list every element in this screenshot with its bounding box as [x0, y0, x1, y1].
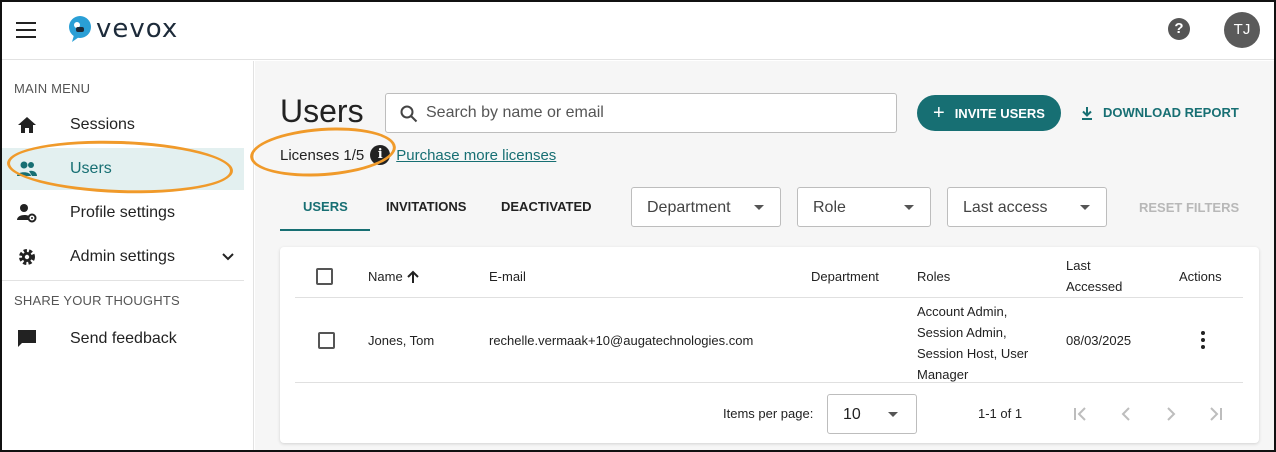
sidebar-item-label: Send feedback	[70, 330, 177, 347]
role-line: Session Admin,	[917, 325, 1007, 340]
help-icon[interactable]: ?	[1168, 18, 1190, 40]
name-header-label: Name	[368, 269, 403, 284]
user-last-accessed: 08/03/2025	[1066, 333, 1132, 348]
reset-filters-button[interactable]: RESET FILTERS	[1139, 200, 1239, 215]
items-per-page-value: 10	[843, 406, 861, 423]
licenses-count: Licenses 1/5	[280, 146, 365, 164]
last-page-icon[interactable]	[1206, 404, 1226, 424]
sort-ascending-icon	[406, 270, 419, 283]
app-window: vevox ? TJ MAIN MENU Sessions Users Prof…	[0, 0, 1276, 452]
sidebar-item-label: Users	[70, 160, 112, 177]
sidebar-item-label: Sessions	[70, 116, 135, 133]
header-divider	[295, 297, 1243, 298]
sidebar: MAIN MENU Sessions Users Profile setting…	[2, 61, 254, 450]
role-line: Session Host, User	[917, 346, 1029, 361]
search-icon	[400, 105, 418, 123]
department-filter[interactable]: Department	[631, 187, 781, 227]
tab-deactivated[interactable]: DEACTIVATED	[501, 199, 592, 214]
info-icon[interactable]: i	[370, 145, 391, 165]
gear-icon	[19, 249, 35, 265]
name-column-header[interactable]: Name	[368, 269, 420, 284]
download-icon	[1082, 106, 1092, 120]
main-content: Users + INVITE USERS DOWNLOAD REPORT Lic…	[255, 61, 1274, 450]
select-all-checkbox[interactable]	[316, 268, 333, 285]
licenses-row: Licenses 1/5 i Purchase more licenses	[280, 145, 556, 165]
dropdown-arrow-icon	[888, 412, 898, 417]
next-page-icon[interactable]	[1161, 404, 1181, 424]
invite-users-button[interactable]: + INVITE USERS	[917, 95, 1061, 131]
user-email: rechelle.vermaak+10@augatechnologies.com	[489, 333, 754, 348]
row-divider	[295, 382, 1243, 383]
last-access-filter[interactable]: Last access	[947, 187, 1107, 227]
user-name: Jones, Tom	[368, 333, 435, 348]
roles-column-header: Roles	[917, 269, 951, 284]
items-per-page-select[interactable]: 10	[827, 394, 917, 434]
role-filter-label: Role	[813, 199, 846, 216]
pagination-range: 1-1 of 1	[978, 406, 1023, 421]
download-report-button[interactable]: DOWNLOAD REPORT	[1081, 105, 1239, 120]
sidebar-item-label: Admin settings	[70, 248, 175, 265]
row-checkbox[interactable]	[318, 332, 335, 349]
top-bar: vevox ? TJ	[2, 2, 1274, 60]
chevron-down-icon	[222, 253, 234, 261]
sidebar-divider	[2, 280, 244, 281]
last-accessed-header-line1: Last	[1066, 258, 1091, 273]
users-table: Name E-mail Department Roles Last Access…	[280, 247, 1259, 443]
feedback-icon	[18, 330, 36, 347]
purchase-licenses-link[interactable]: Purchase more licenses	[396, 147, 556, 164]
department-filter-label: Department	[647, 199, 731, 216]
share-thoughts-title: SHARE YOUR THOUGHTS	[14, 293, 180, 308]
users-icon	[17, 161, 37, 176]
dropdown-arrow-icon	[904, 205, 914, 210]
tab-invitations[interactable]: INVITATIONS	[386, 199, 466, 214]
home-icon	[18, 117, 36, 133]
vevox-logo-icon	[69, 16, 91, 42]
last-access-filter-label: Last access	[963, 199, 1048, 216]
sidebar-item-sessions[interactable]: Sessions	[2, 104, 244, 146]
role-filter[interactable]: Role	[797, 187, 931, 227]
search-input[interactable]	[426, 94, 886, 132]
user-roles: Account Admin, Session Admin, Session Ho…	[917, 301, 1028, 385]
last-accessed-header-line2: Accessed	[1066, 279, 1123, 294]
download-report-label: DOWNLOAD REPORT	[1103, 105, 1239, 120]
dropdown-arrow-icon	[754, 205, 764, 210]
avatar[interactable]: TJ	[1224, 12, 1260, 48]
items-per-page-label: Items per page:	[723, 406, 814, 421]
previous-page-icon[interactable]	[1116, 404, 1136, 424]
actions-column-header: Actions	[1179, 269, 1222, 284]
sidebar-item-label: Profile settings	[70, 204, 175, 221]
role-line: Account Admin,	[917, 304, 1008, 319]
search-box[interactable]	[385, 93, 897, 133]
sidebar-item-users[interactable]: Users	[2, 148, 244, 190]
plus-icon: +	[933, 102, 945, 124]
vevox-logo[interactable]: vevox	[68, 14, 178, 44]
sidebar-item-send-feedback[interactable]: Send feedback	[2, 318, 244, 360]
logo-text: vevox	[96, 14, 179, 44]
sidebar-item-admin-settings[interactable]: Admin settings	[2, 236, 244, 278]
invite-users-label: INVITE USERS	[954, 105, 1045, 121]
page-title: Users	[280, 93, 364, 129]
first-page-icon[interactable]	[1070, 404, 1090, 424]
profile-settings-icon	[17, 204, 37, 223]
active-tab-indicator	[280, 229, 370, 231]
more-actions-icon[interactable]	[1200, 331, 1206, 349]
main-menu-title: MAIN MENU	[14, 81, 91, 96]
sidebar-item-profile-settings[interactable]: Profile settings	[2, 192, 244, 234]
tab-users[interactable]: USERS	[303, 199, 348, 214]
department-column-header: Department	[811, 269, 879, 284]
hamburger-menu-icon[interactable]	[16, 22, 36, 38]
dropdown-arrow-icon	[1080, 205, 1090, 210]
email-column-header: E-mail	[489, 269, 526, 284]
